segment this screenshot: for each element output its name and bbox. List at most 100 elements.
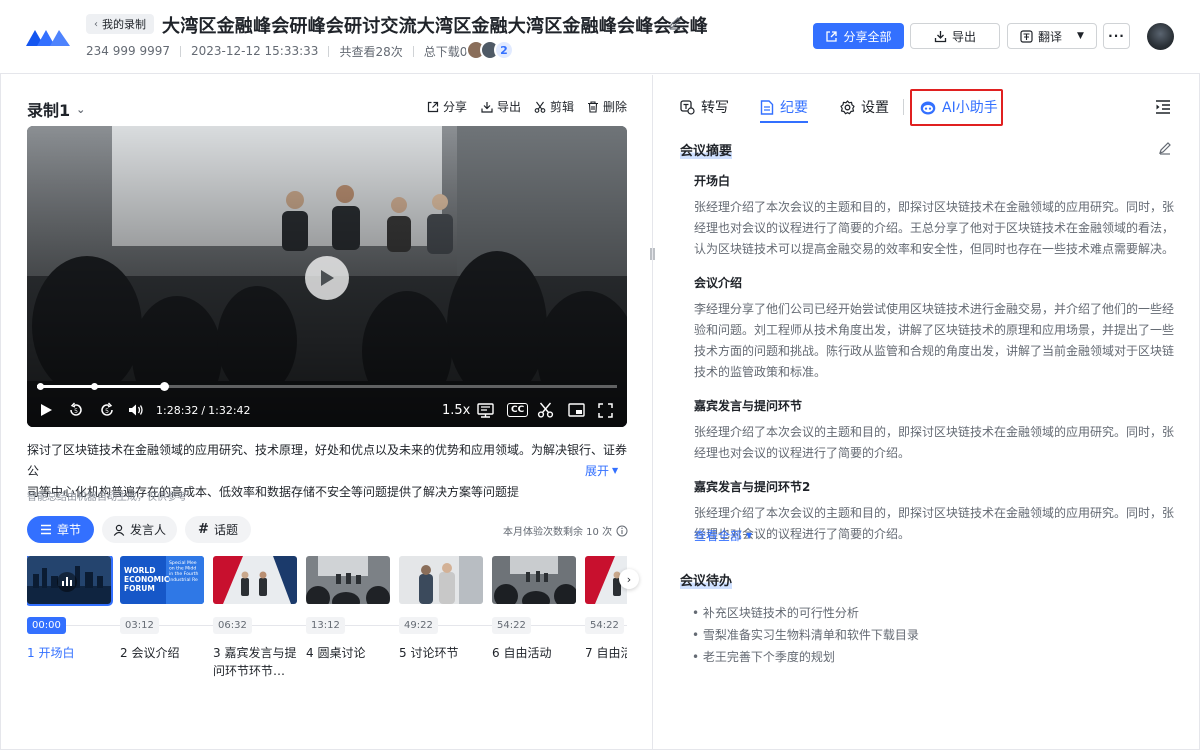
chapter-time-badge: 03:12 xyxy=(120,617,159,634)
export-label: 导出 xyxy=(951,29,976,44)
chevron-down-icon: ⌄ xyxy=(76,102,86,116)
chapter-title[interactable]: 7 自由活动 xyxy=(585,644,627,662)
picture-in-picture-button[interactable] xyxy=(568,402,585,418)
meeting-summary-title: 会议摘要 xyxy=(680,140,733,159)
chapter-time-badge: 00:00 xyxy=(27,617,66,634)
play-pause-button[interactable] xyxy=(39,402,53,418)
back-to-my-recordings-button[interactable]: ‹ 我的录制 xyxy=(86,14,154,34)
filter-speaker-button[interactable]: 发言人 xyxy=(102,516,177,543)
translate-dropdown[interactable]: 翻译 ▼ xyxy=(1007,23,1097,49)
tab-transcribe[interactable]: 转写 xyxy=(680,97,729,117)
tab-settings[interactable]: 设置 xyxy=(840,97,889,117)
chapter-title[interactable]: 2 会议介绍 xyxy=(120,644,206,662)
fullscreen-button[interactable] xyxy=(598,402,613,418)
summary-section-text: 李经理分享了他们公司已经开始尝试使用区块链技术进行金融交易，并介绍了他们的一些经… xyxy=(694,302,1175,379)
recording-selector[interactable]: 录制1 ⌄ xyxy=(27,97,85,121)
expand-summary-link[interactable]: 展开 ▼ xyxy=(585,462,618,479)
captions-button[interactable]: CC xyxy=(507,402,529,418)
meeting-id: 234 999 9997 xyxy=(86,44,170,58)
todo-item: 老王完善下个季度的规划 xyxy=(692,646,919,668)
chapter-thumbnail[interactable]: WORLD ECONOMIC FORUM Special Mee on the Mid… xyxy=(120,556,204,604)
rewind-button[interactable]: 5 xyxy=(68,402,84,418)
scissors-icon xyxy=(534,101,546,113)
tab-ai-assistant[interactable]: AI小助手 xyxy=(920,97,998,117)
summary-section-heading: 开场白 xyxy=(694,174,731,188)
play-button[interactable] xyxy=(305,256,349,300)
chapter-thumbnail[interactable] xyxy=(399,556,483,604)
panel-divider xyxy=(652,75,653,750)
forward-button[interactable]: 5 xyxy=(99,402,115,418)
chapter-title[interactable]: 4 圆桌讨论 xyxy=(306,644,392,662)
chapter-label: 章节 xyxy=(56,523,81,537)
summary-line: 探讨了区块链技术在金融领域的应用研究、技术原理，好处和优点以及未来的优势和应用领… xyxy=(27,443,628,478)
chapter-time-badge: 54:22 xyxy=(585,617,624,634)
volume-icon xyxy=(129,404,143,416)
svg-text:5: 5 xyxy=(74,408,78,415)
meta-divider xyxy=(412,45,414,57)
caret-down-icon: ▼ xyxy=(612,466,619,475)
chapter-thumbnail[interactable] xyxy=(213,556,297,604)
chapter-title[interactable]: 1 开场白 xyxy=(27,644,113,662)
filter-chapter-button[interactable]: 章节 xyxy=(27,516,94,543)
export-button[interactable]: 导出 xyxy=(910,23,1000,49)
chapter-thumbnail[interactable] xyxy=(27,556,113,606)
share-icon xyxy=(427,101,439,112)
translate-label: 翻译 xyxy=(1038,29,1063,44)
resize-handle-icon[interactable] xyxy=(648,246,657,262)
translate-icon xyxy=(1020,29,1033,43)
meeting-meta: 234 999 9997 2023-12-12 15:33:33 共查看28次 … xyxy=(86,42,479,60)
recording-share-button[interactable]: 分享 xyxy=(427,98,467,115)
tab-minutes[interactable]: 纪要 xyxy=(760,97,808,117)
chapter-marker[interactable] xyxy=(91,383,98,390)
chapter-thumbnail[interactable] xyxy=(306,556,390,604)
collapse-panel-icon[interactable] xyxy=(1155,99,1171,115)
chapter-strip: WORLD ECONOMIC FORUM Special Mee on the Mid… xyxy=(27,556,627,686)
ai-robot-icon xyxy=(920,101,936,114)
fullscreen-icon xyxy=(598,402,613,418)
stage-thumbnail xyxy=(213,556,297,604)
speed-label: 1.5x xyxy=(442,402,471,418)
share-all-label: 分享全部 xyxy=(843,29,892,44)
chapter-title[interactable]: 6 自由活动 xyxy=(492,644,578,662)
progress-fill xyxy=(37,385,165,388)
gear-icon xyxy=(840,99,855,114)
city-skyline-thumbnail xyxy=(27,556,111,604)
video-progress-bar[interactable] xyxy=(37,385,617,388)
chapter-next-button[interactable]: › xyxy=(619,569,639,589)
summary-section-text: 张经理介绍了本次会议的主题和目的，即探讨区块链技术在金融领域的应用研究。同时，张… xyxy=(694,506,1175,541)
participant-avatars[interactable]: 2 xyxy=(466,40,514,60)
meeting-todos-title-text: 会议待办 xyxy=(680,574,733,589)
chapter-time-badge: 54:22 xyxy=(492,617,531,634)
volume-button[interactable] xyxy=(128,402,144,418)
meeting-summary-body: 开场白 张经理介绍了本次会议的主题和目的，即探讨区块链技术在金融领域的应用研究。… xyxy=(694,172,1174,559)
chapter-thumbnail[interactable] xyxy=(492,556,576,604)
filter-topic-button[interactable]: # 话题 xyxy=(185,516,251,543)
meeting-todos-title: 会议待办 xyxy=(680,570,733,589)
play-icon xyxy=(321,270,334,286)
recording-clip-button[interactable]: 剪辑 xyxy=(534,98,574,115)
info-icon[interactable] xyxy=(616,525,628,537)
edit-summary-icon[interactable] xyxy=(1158,141,1172,155)
share-all-button[interactable]: 分享全部 xyxy=(813,23,904,49)
summary-section-text: 张经理介绍了本次会议的主题和目的，即探讨区块链技术在金融领域的应用研究。同时，张… xyxy=(694,200,1175,256)
scissors-icon xyxy=(537,402,554,418)
speaker-label: 发言人 xyxy=(129,523,166,537)
panel-thumbnail xyxy=(306,556,390,604)
playback-speed-button[interactable]: 1.5x xyxy=(442,402,470,418)
user-avatar[interactable] xyxy=(1147,23,1174,50)
more-options-button[interactable]: ··· xyxy=(1103,23,1130,49)
clip-button[interactable] xyxy=(537,402,554,418)
chapter-marker[interactable] xyxy=(37,383,44,390)
total-time: 1:32:42 xyxy=(208,403,251,417)
chapter-title[interactable]: 5 讨论环节 xyxy=(399,644,485,662)
summary-section-text: 张经理介绍了本次会议的主题和目的，即探讨区块链技术在金融领域的应用研究。同时，张… xyxy=(694,425,1175,460)
export-label: 导出 xyxy=(497,100,522,114)
current-time: 1:28:32 xyxy=(156,403,199,417)
view-all-link[interactable]: 查看全部 ▼ xyxy=(694,527,752,544)
screen-cast-button[interactable] xyxy=(477,402,494,418)
expand-label: 展开 xyxy=(585,464,610,478)
chapter-title[interactable]: 3 嘉宾发言与提问环节环节… xyxy=(213,644,299,680)
edit-title-icon[interactable] xyxy=(668,16,682,30)
recording-delete-button[interactable]: 删除 xyxy=(587,98,627,115)
recording-export-button[interactable]: 导出 xyxy=(481,98,521,115)
